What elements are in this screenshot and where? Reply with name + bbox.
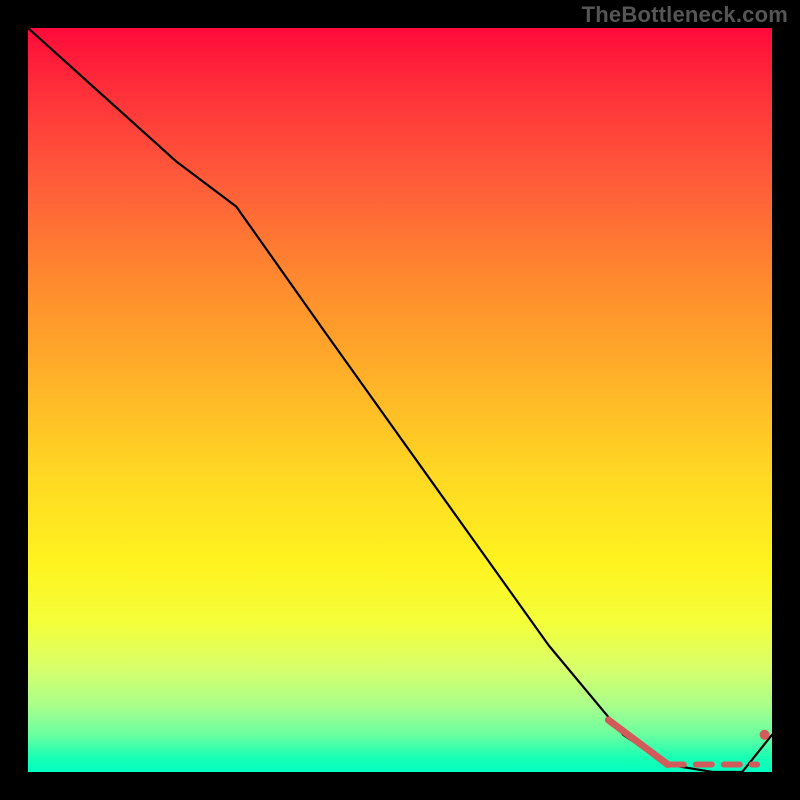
highlight-end-dot [760, 730, 770, 740]
plot-overlay [28, 28, 772, 772]
bottleneck-curve [28, 28, 772, 772]
chart-frame: TheBottleneck.com [0, 0, 800, 800]
gradient-plot-area [28, 28, 772, 772]
watermark-text: TheBottleneck.com [582, 2, 788, 28]
highlight-entry-segment [608, 720, 668, 765]
